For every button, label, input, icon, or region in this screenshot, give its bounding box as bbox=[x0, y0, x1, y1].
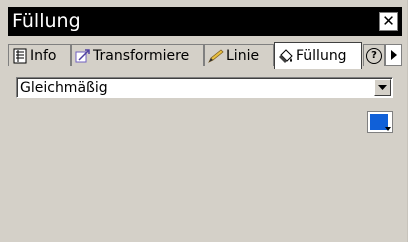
tab-fuellung[interactable]: Füllung bbox=[274, 42, 362, 69]
close-icon: ✕ bbox=[382, 12, 395, 30]
info-icon bbox=[13, 48, 27, 63]
fill-content: Gleichmäßig bbox=[8, 69, 402, 242]
panel-title-bar[interactable]: Füllung ✕ bbox=[8, 7, 402, 36]
close-button[interactable]: ✕ bbox=[379, 12, 398, 31]
tab-info-label: Info bbox=[30, 47, 57, 64]
paint-bucket-icon bbox=[279, 49, 293, 63]
help-icon: ? bbox=[366, 47, 382, 64]
panel-title: Füllung bbox=[12, 10, 81, 32]
tab-fuellung-label: Füllung bbox=[296, 48, 347, 64]
fill-type-select[interactable]: Gleichmäßig bbox=[16, 77, 393, 98]
tab-transformiere[interactable]: Transformiere bbox=[71, 44, 204, 66]
tab-bar: Info Transformiere Linie Füllung ? bbox=[8, 42, 402, 69]
swatch-dropdown-icon bbox=[385, 127, 391, 131]
transform-icon bbox=[75, 48, 90, 62]
arrow-right-icon bbox=[390, 50, 397, 60]
chevron-down-icon bbox=[378, 85, 387, 90]
tab-linie[interactable]: Linie bbox=[204, 44, 274, 66]
tab-linie-label: Linie bbox=[226, 47, 260, 64]
tab-scroll-right-button[interactable] bbox=[385, 44, 402, 66]
fill-color-swatch[interactable] bbox=[367, 111, 393, 133]
dropdown-button[interactable] bbox=[374, 79, 391, 96]
fill-type-value: Gleichmäßig bbox=[20, 80, 108, 96]
fill-panel: Füllung ✕ Info Transformiere Linie Füllu… bbox=[0, 0, 408, 242]
pencil-icon bbox=[208, 48, 224, 63]
tab-help[interactable]: ? bbox=[363, 44, 385, 66]
tab-info[interactable]: Info bbox=[8, 44, 71, 66]
tab-transformiere-label: Transformiere bbox=[93, 47, 190, 64]
